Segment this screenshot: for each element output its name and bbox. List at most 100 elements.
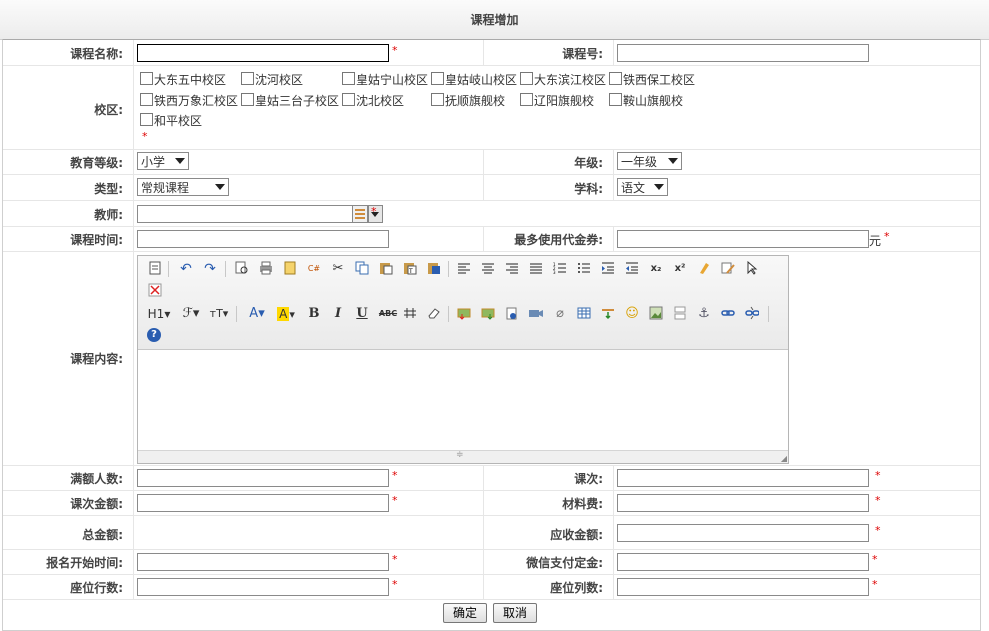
ordered-list-icon[interactable]: 123 [552, 261, 568, 277]
course-name-input[interactable] [137, 44, 389, 62]
campus-option[interactable]: 辽阳旗舰校 [520, 92, 594, 109]
paste-icon[interactable] [378, 261, 394, 277]
eraser-icon[interactable] [426, 306, 442, 322]
checkbox-icon[interactable] [241, 93, 254, 106]
session-amount-input[interactable] [137, 494, 389, 512]
fullscreen-icon[interactable] [147, 283, 163, 299]
corner-resize-icon[interactable]: ◢ [781, 454, 787, 463]
teacher-picker-button[interactable] [352, 205, 368, 223]
checkbox-icon[interactable] [431, 93, 444, 106]
signup-start-input[interactable] [137, 553, 389, 571]
campus-option[interactable]: 大东五中校区 [140, 71, 226, 88]
grade-select[interactable]: 一年级 [617, 152, 682, 170]
flash-icon[interactable] [504, 306, 520, 322]
checkbox-icon[interactable] [342, 93, 355, 106]
multi-image-icon[interactable] [480, 306, 496, 322]
campus-option[interactable]: 铁西万象汇校区 [140, 92, 238, 109]
edu-level-select[interactable]: 小学 [137, 152, 189, 170]
table-icon[interactable] [576, 306, 592, 322]
receivable-input[interactable] [617, 524, 869, 542]
course-time-input[interactable] [137, 230, 389, 248]
campus-option[interactable]: 和平校区 [140, 112, 202, 129]
underline-icon[interactable]: U [354, 306, 370, 322]
type-select[interactable]: 常规课程 [137, 178, 229, 196]
full-count-input[interactable] [137, 469, 389, 487]
campus-option[interactable]: 抚顺旗舰校 [431, 92, 505, 109]
clear-format-icon[interactable] [696, 261, 712, 277]
seat-rows-input[interactable] [137, 578, 389, 596]
checkbox-icon[interactable] [520, 72, 533, 85]
heading-icon[interactable]: H1▾ [147, 306, 171, 322]
emoticon-icon[interactable]: ☺ [624, 306, 640, 322]
checkbox-icon[interactable] [520, 93, 533, 106]
cut-icon[interactable]: ✂ [330, 261, 346, 277]
campus-option[interactable]: 铁西保工校区 [609, 71, 695, 88]
campus-option[interactable]: 沈河校区 [241, 71, 303, 88]
paste-word-icon[interactable] [426, 261, 442, 277]
attachment-icon[interactable]: ⌀ [552, 306, 568, 322]
sessions-input[interactable] [617, 469, 869, 487]
preview-icon[interactable] [234, 261, 250, 277]
material-fee-input[interactable] [617, 494, 869, 512]
insert-image-icon[interactable] [456, 306, 472, 322]
indent-icon[interactable] [600, 261, 616, 277]
highlight-color-icon[interactable]: A ▾ [275, 306, 297, 322]
italic-icon[interactable]: I [330, 306, 346, 322]
seat-cols-input[interactable] [617, 578, 869, 596]
image-icon[interactable] [648, 306, 664, 322]
checkbox-icon[interactable] [342, 72, 355, 85]
align-left-icon[interactable] [456, 261, 472, 277]
max-voucher-input[interactable] [617, 230, 869, 248]
template-icon[interactable] [282, 261, 298, 277]
pointer-icon[interactable] [744, 260, 760, 277]
cancel-button[interactable]: 取消 [493, 603, 537, 623]
help-icon[interactable]: ? [147, 328, 161, 342]
align-justify-icon[interactable] [528, 261, 544, 277]
superscript-icon[interactable]: x² [672, 261, 688, 277]
page-break-icon[interactable] [672, 306, 688, 322]
font-color-icon[interactable]: A▾ [247, 306, 267, 322]
code-icon[interactable]: C# [306, 261, 322, 277]
outdent-icon[interactable] [624, 261, 640, 277]
campus-option[interactable]: 大东滨江校区 [520, 71, 606, 88]
subject-select[interactable]: 语文 [617, 178, 668, 196]
copy-icon[interactable] [354, 261, 370, 277]
align-right-icon[interactable] [504, 261, 520, 277]
course-no-input[interactable] [617, 44, 869, 62]
resize-grip-icon[interactable]: ≑ [456, 450, 464, 460]
strikethrough-icon[interactable]: ABC [378, 306, 398, 322]
wechat-deposit-input[interactable] [617, 553, 869, 571]
campus-option[interactable]: 皇姑宁山校区 [342, 71, 428, 88]
source-icon[interactable] [147, 261, 163, 277]
unordered-list-icon[interactable] [576, 261, 592, 277]
checkbox-icon[interactable] [140, 113, 153, 126]
unlink-icon[interactable] [744, 306, 760, 322]
bold-icon[interactable]: B [306, 306, 322, 322]
campus-option[interactable]: 鞍山旗舰校 [609, 92, 683, 109]
checkbox-icon[interactable] [241, 72, 254, 85]
campus-option[interactable]: 沈北校区 [342, 92, 404, 109]
anchor-icon[interactable]: ⚓ [696, 306, 712, 322]
insert-hr-icon[interactable] [600, 306, 616, 322]
align-center-icon[interactable] [480, 261, 496, 277]
subscript-icon[interactable]: x₂ [648, 261, 664, 277]
font-size-icon[interactable]: тT▾ [208, 306, 230, 322]
teacher-input[interactable] [137, 205, 354, 223]
checkbox-icon[interactable] [140, 93, 153, 106]
redo-icon[interactable]: ↷ [202, 261, 218, 277]
checkbox-icon[interactable] [609, 93, 622, 106]
font-family-icon[interactable]: ℱ▾ [180, 306, 202, 322]
horizontal-line-icon[interactable] [402, 306, 418, 322]
checkbox-icon[interactable] [431, 72, 444, 85]
campus-option[interactable]: 皇姑岐山校区 [431, 71, 517, 88]
checkbox-icon[interactable] [140, 72, 153, 85]
select-all-icon[interactable] [720, 261, 736, 277]
checkbox-icon[interactable] [609, 72, 622, 85]
media-icon[interactable] [528, 306, 544, 322]
paste-text-icon[interactable]: T [402, 261, 418, 277]
print-icon[interactable] [258, 261, 274, 277]
undo-icon[interactable]: ↶ [178, 261, 194, 277]
editor-content-area[interactable] [138, 350, 788, 450]
link-icon[interactable] [720, 306, 736, 322]
confirm-button[interactable]: 确定 [443, 603, 487, 623]
